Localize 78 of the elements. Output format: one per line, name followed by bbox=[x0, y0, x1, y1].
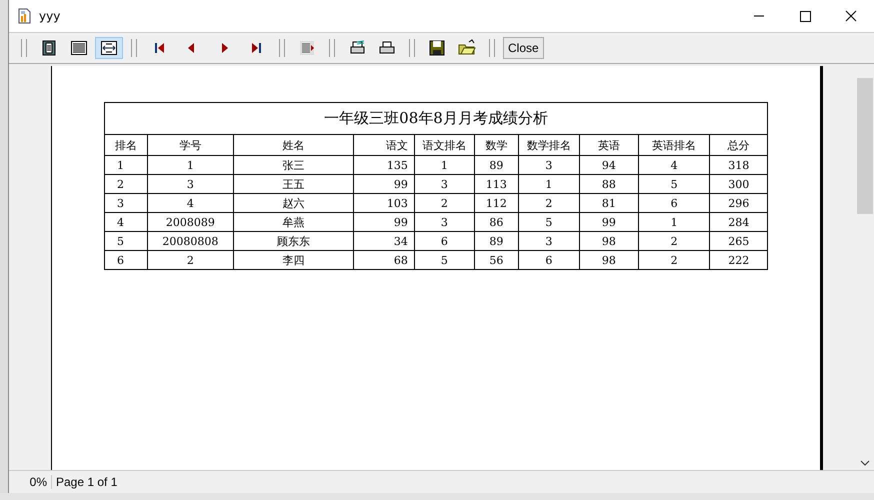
table-cell: 5 bbox=[414, 250, 474, 270]
table-cell: 5 bbox=[518, 212, 580, 232]
table-cell: 34 bbox=[354, 232, 414, 250]
table-cell: 6 bbox=[638, 194, 710, 212]
table-cell: 3 bbox=[104, 194, 148, 212]
table-cell: 68 bbox=[354, 250, 414, 270]
column-header: 学号 bbox=[148, 134, 234, 156]
table-cell: 300 bbox=[710, 174, 768, 194]
table-cell: 牟燕 bbox=[233, 212, 354, 232]
table-cell: 1 bbox=[148, 156, 234, 174]
column-header: 数学 bbox=[474, 134, 518, 156]
window-title: yyy bbox=[39, 9, 60, 23]
table-cell: 99 bbox=[579, 212, 638, 232]
table-cell: 3 bbox=[518, 156, 580, 174]
column-header: 排名 bbox=[104, 134, 148, 156]
scroll-down-icon[interactable] bbox=[860, 460, 870, 466]
column-header: 英语排名 bbox=[638, 134, 710, 156]
table-cell: 296 bbox=[710, 194, 768, 212]
table-cell: 张三 bbox=[233, 156, 354, 174]
table-cell: 2 bbox=[148, 250, 234, 270]
table-cell: 4 bbox=[148, 194, 234, 212]
progress-text: 0% bbox=[9, 475, 52, 489]
fit-width-icon[interactable] bbox=[95, 37, 123, 59]
table-cell: 4 bbox=[638, 156, 710, 174]
table-cell: 顾东东 bbox=[233, 232, 354, 250]
table-cell: 5 bbox=[638, 174, 710, 194]
table-cell: 1 bbox=[638, 212, 710, 232]
table-cell: 98 bbox=[579, 232, 638, 250]
table-cell: 89 bbox=[474, 232, 518, 250]
table-cell: 1 bbox=[518, 174, 580, 194]
table-cell: 4 bbox=[104, 212, 148, 232]
table-cell: 112 bbox=[474, 194, 518, 212]
table-cell: 2 bbox=[518, 194, 580, 212]
table-cell: 2 bbox=[638, 232, 710, 250]
table-cell: 89 bbox=[474, 156, 518, 174]
table-cell: 1 bbox=[414, 156, 474, 174]
table-cell: 2 bbox=[638, 250, 710, 270]
table-cell: 5 bbox=[104, 232, 148, 250]
table-cell: 6 bbox=[414, 232, 474, 250]
table-cell: 2008089 bbox=[148, 212, 234, 232]
table-cell: 6 bbox=[104, 250, 148, 270]
column-header: 语文排名 bbox=[414, 134, 474, 156]
table-cell: 3 bbox=[414, 174, 474, 194]
table-cell: 113 bbox=[474, 174, 518, 194]
report-icon bbox=[17, 8, 33, 24]
table-cell: 86 bbox=[474, 212, 518, 232]
table-cell: 20080808 bbox=[148, 232, 234, 250]
table-cell: 94 bbox=[579, 156, 638, 174]
column-header: 姓名 bbox=[233, 134, 354, 156]
table-cell: 3 bbox=[414, 212, 474, 232]
table-cell: 103 bbox=[354, 194, 414, 212]
table-cell: 99 bbox=[354, 174, 414, 194]
table-cell: 2 bbox=[104, 174, 148, 194]
table-cell: 284 bbox=[710, 212, 768, 232]
table-cell: 81 bbox=[579, 194, 638, 212]
table-cell: 88 bbox=[579, 174, 638, 194]
table-cell: 赵六 bbox=[233, 194, 354, 212]
column-header: 语文 bbox=[354, 134, 414, 156]
table-cell: 1 bbox=[104, 156, 148, 174]
column-header: 总分 bbox=[710, 134, 768, 156]
table-cell: 56 bbox=[474, 250, 518, 270]
table-cell: 318 bbox=[710, 156, 768, 174]
column-header: 数学排名 bbox=[518, 134, 580, 156]
report-title: 一年级三班08年8月月考成绩分析 bbox=[104, 102, 768, 134]
table-cell: 王五 bbox=[233, 174, 354, 194]
table-cell: 3 bbox=[148, 174, 234, 194]
column-header: 英语 bbox=[579, 134, 638, 156]
table-cell: 98 bbox=[579, 250, 638, 270]
close-button[interactable]: Close bbox=[503, 37, 544, 59]
table-cell: 222 bbox=[710, 250, 768, 270]
table-cell: 265 bbox=[710, 232, 768, 250]
table-cell: 李四 bbox=[233, 250, 354, 270]
table-cell: 6 bbox=[518, 250, 580, 270]
table-cell: 2 bbox=[414, 194, 474, 212]
table-cell: 3 bbox=[518, 232, 580, 250]
table-cell: 99 bbox=[354, 212, 414, 232]
page-indicator: Page 1 of 1 bbox=[55, 475, 118, 489]
table-cell: 135 bbox=[354, 156, 414, 174]
